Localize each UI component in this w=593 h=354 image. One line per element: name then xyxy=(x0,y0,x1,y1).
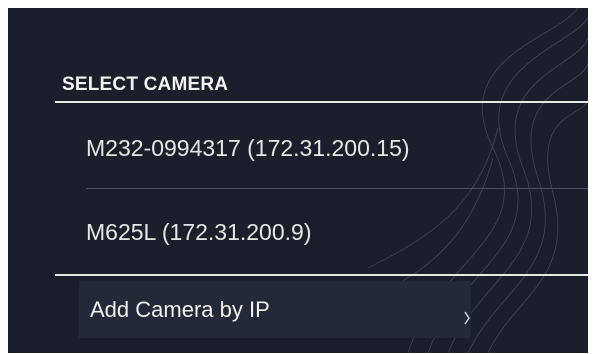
camera-list-item-2[interactable]: M625L (172.31.200.9) xyxy=(86,192,588,272)
section-title: SELECT CAMERA xyxy=(62,74,229,95)
camera-select-screen: SELECT CAMERA M232-0994317 (172.31.200.1… xyxy=(8,8,588,353)
add-camera-label: Add Camera by IP xyxy=(90,296,270,322)
header-divider xyxy=(55,101,588,103)
camera-list-item-1[interactable]: M232-0994317 (172.31.200.15) xyxy=(86,108,588,188)
camera-item-label: M625L (172.31.200.9) xyxy=(86,218,312,245)
list-bottom-divider xyxy=(55,274,588,276)
list-item-divider xyxy=(86,188,588,189)
chevron-right-icon xyxy=(464,311,470,325)
camera-item-label: M232-0994317 (172.31.200.15) xyxy=(86,134,410,161)
add-camera-by-ip-button[interactable]: Add Camera by IP xyxy=(79,281,471,338)
